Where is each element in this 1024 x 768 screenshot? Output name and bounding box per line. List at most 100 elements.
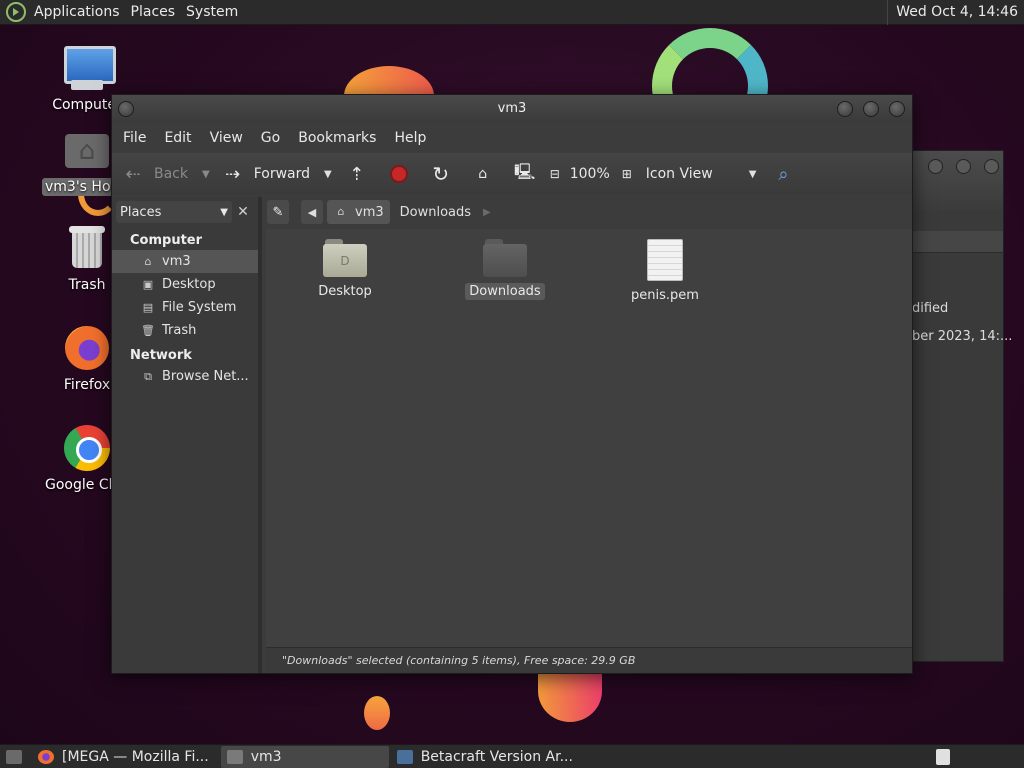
forward-button[interactable]: ⇢ Forward ▼ (220, 159, 338, 189)
home-folder-icon (226, 749, 243, 764)
window-titlebar[interactable]: vm3 (112, 95, 912, 123)
system-menu[interactable]: System (183, 0, 246, 25)
menubar: File Edit View Go Bookmarks Help (112, 123, 912, 153)
view-mode-label: Icon View (645, 166, 713, 182)
menu-file[interactable]: File (114, 130, 155, 146)
close-icon[interactable] (984, 159, 999, 174)
menu-go[interactable]: Go (252, 130, 289, 146)
zoom-in-icon[interactable]: ⊞ (614, 163, 640, 185)
file-item-label: Downloads (465, 283, 545, 300)
forward-label: Forward (253, 166, 311, 182)
distro-logo-icon[interactable] (6, 2, 26, 22)
home-icon: ⌂ (337, 205, 345, 218)
folder-icon: D (323, 239, 367, 277)
breadcrumb-downloads[interactable]: Downloads (394, 200, 477, 224)
location-edit-button[interactable]: ✎ (267, 200, 289, 224)
computer-icon (63, 44, 116, 92)
chrome-icon (63, 424, 111, 472)
firefox-icon (38, 749, 54, 764)
network-icon: ⧉ (144, 369, 152, 383)
sidebar-places-select[interactable]: Places ▼ (116, 201, 232, 223)
column-header-modified[interactable]: dified (912, 301, 948, 316)
file-item-pem[interactable]: penis.pem (610, 239, 720, 304)
toolbar: ⇠ Back ▼ ⇢ Forward ▼ ⇡ ↻ ⌂ 🖳 ⊟ 100% ⊞ Ic… (112, 153, 912, 195)
sidebar-item-trash[interactable]: 🗑 Trash (112, 319, 258, 342)
task-betacraft[interactable]: Betacraft Version Ar... (391, 746, 579, 768)
forward-arrow-icon: ⇢ (225, 163, 241, 185)
menu-help[interactable]: Help (385, 130, 435, 146)
desktop-icon-label: Trash (68, 277, 106, 293)
close-icon[interactable]: ✕ (232, 204, 254, 220)
minimize-icon[interactable] (837, 101, 853, 117)
top-panel: Applications Places System Wed Oct 4, 14… (0, 0, 1024, 25)
sidebar-item-file-system[interactable]: ▤ File System (112, 296, 258, 319)
file-date-cell: ber 2023, 14:... (912, 329, 1013, 344)
pencil-icon: ✎ (272, 204, 284, 220)
file-item-label: penis.pem (631, 288, 699, 303)
task-label: Betacraft Version Ar... (420, 748, 573, 765)
task-firefox[interactable]: [MEGA — Mozilla Fi... (36, 746, 215, 768)
breadcrumb-vm3[interactable]: ⌂ vm3 (327, 200, 390, 224)
zoom-level: 100% (569, 166, 610, 182)
back-history-chevron-icon[interactable]: ▼ (196, 169, 216, 180)
status-bar: "Downloads" selected (containing 5 items… (266, 647, 912, 673)
folder-icon (483, 239, 527, 277)
drive-icon: ▤ (142, 300, 154, 314)
show-desktop-icon[interactable] (0, 746, 36, 768)
sidebar-item-label: Desktop (162, 277, 216, 292)
sidebar-section-network: Network (130, 348, 192, 363)
document-icon (647, 239, 683, 281)
file-item-downloads[interactable]: Downloads (450, 239, 560, 300)
maximize-icon[interactable] (863, 101, 879, 117)
stop-icon[interactable] (386, 163, 412, 185)
view-mode-select[interactable]: Icon View ▼ (646, 159, 763, 189)
applications-menu[interactable]: Applications (31, 0, 128, 25)
reload-icon[interactable]: ↻ (428, 162, 454, 186)
task-vm3[interactable]: vm3 (220, 745, 389, 768)
sidebar-item-label: Trash (162, 323, 197, 338)
background-window[interactable]: dified ber 2023, 14:... (905, 150, 1012, 662)
desktop-folder-icon: ▣ (142, 277, 154, 291)
taskbar: [MEGA — Mozilla Fi... vm3 Betacraft Vers… (0, 744, 1024, 768)
search-icon[interactable]: ⌕ (770, 163, 796, 185)
file-item-label: Desktop (318, 284, 372, 299)
back-button[interactable]: ⇠ Back ▼ (120, 159, 216, 189)
back-arrow-icon: ⇠ (125, 163, 141, 185)
breadcrumb-label: Downloads (399, 204, 472, 220)
task-label: vm3 (250, 748, 282, 765)
path-scroll-left-button[interactable]: ◀ (301, 200, 323, 224)
sidebar: Places ▼ ✕ Computer ⌂ vm3 ▣ Desktop ▤ Fi… (112, 197, 262, 673)
chevron-right-icon[interactable]: ▶ (483, 207, 491, 218)
task-label: [MEGA — Mozilla Fi... (62, 748, 209, 765)
menu-edit[interactable]: Edit (155, 130, 200, 146)
close-icon[interactable] (889, 101, 905, 117)
up-icon[interactable]: ⇡ (344, 163, 370, 185)
home-icon[interactable]: ⌂ (470, 163, 496, 185)
sidebar-select-label: Places (120, 204, 162, 220)
home-folder-icon (63, 126, 111, 174)
sidebar-item-desktop[interactable]: ▣ Desktop (112, 273, 258, 296)
minimize-icon[interactable] (928, 159, 943, 174)
sidebar-item-browse-network[interactable]: ⧉ Browse Net... (112, 365, 258, 388)
window-title: vm3 (497, 101, 527, 116)
clock[interactable]: Wed Oct 4, 14:46 (887, 0, 1018, 25)
chevron-down-icon: ▼ (220, 206, 228, 218)
file-view[interactable]: D Desktop Downloads penis.pem (266, 229, 912, 647)
menu-view[interactable]: View (201, 130, 252, 146)
workspace-switcher-icon[interactable] (930, 746, 964, 768)
sidebar-item-label: Browse Net... (162, 369, 249, 384)
maximize-icon[interactable] (956, 159, 971, 174)
sidebar-section-computer: Computer (130, 233, 203, 248)
file-item-desktop[interactable]: D Desktop (290, 239, 400, 300)
file-manager-window: vm3 File Edit View Go Bookmarks Help ⇠ B… (111, 94, 913, 674)
sidebar-item-vm3[interactable]: ⌂ vm3 (112, 250, 258, 273)
trash-icon: 🗑 (141, 323, 155, 337)
wallpaper-small-shape (364, 696, 390, 730)
sidebar-header: Places ▼ ✕ (112, 197, 258, 227)
menu-bookmarks[interactable]: Bookmarks (289, 130, 385, 146)
back-label: Back (154, 166, 188, 182)
places-menu[interactable]: Places (128, 0, 184, 25)
zoom-out-icon[interactable]: ⊟ (542, 163, 568, 185)
computer-icon[interactable]: 🖳 (512, 162, 538, 185)
forward-history-chevron-icon[interactable]: ▼ (318, 169, 338, 180)
